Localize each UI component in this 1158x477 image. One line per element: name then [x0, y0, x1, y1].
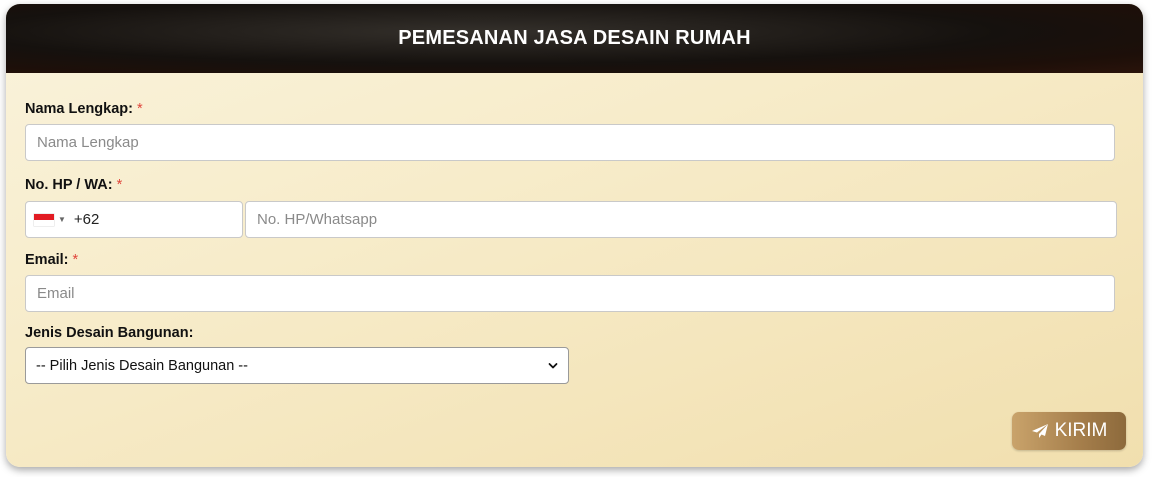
name-label-text: Nama Lengkap:: [25, 101, 133, 117]
submit-button[interactable]: KIRIM: [1012, 412, 1126, 450]
full-name-input[interactable]: [25, 124, 1115, 161]
phone-number-input[interactable]: [245, 201, 1117, 238]
order-form-card: PEMESANAN JASA DESAIN RUMAH Nama Lengkap…: [6, 4, 1143, 467]
caret-down-icon: ▼: [58, 215, 66, 224]
name-label: Nama Lengkap: *: [25, 101, 143, 117]
form-header: PEMESANAN JASA DESAIN RUMAH: [6, 4, 1143, 73]
design-type-label-text: Jenis Desain Bangunan:: [25, 325, 194, 341]
email-required-mark: *: [72, 252, 79, 268]
paper-plane-icon: [1031, 424, 1048, 438]
form-title: PEMESANAN JASA DESAIN RUMAH: [398, 27, 751, 49]
email-input[interactable]: [25, 275, 1115, 312]
indonesia-flag-icon: [34, 213, 54, 226]
phone-label-text: No. HP / WA:: [25, 177, 113, 193]
phone-label: No. HP / WA: *: [25, 177, 122, 193]
dial-code: +62: [73, 211, 100, 228]
name-required-mark: *: [137, 101, 143, 117]
email-label: Email: *: [25, 252, 78, 268]
email-label-text: Email:: [25, 252, 69, 268]
chevron-down-icon: [548, 362, 558, 368]
country-code-selector[interactable]: ▼ +62: [25, 201, 243, 238]
submit-button-label: KIRIM: [1054, 420, 1108, 441]
design-type-selected-value: -- Pilih Jenis Desain Bangunan --: [36, 357, 248, 374]
phone-required-mark: *: [116, 177, 123, 193]
design-type-label: Jenis Desain Bangunan:: [25, 325, 193, 341]
design-type-select[interactable]: -- Pilih Jenis Desain Bangunan --: [25, 347, 569, 384]
